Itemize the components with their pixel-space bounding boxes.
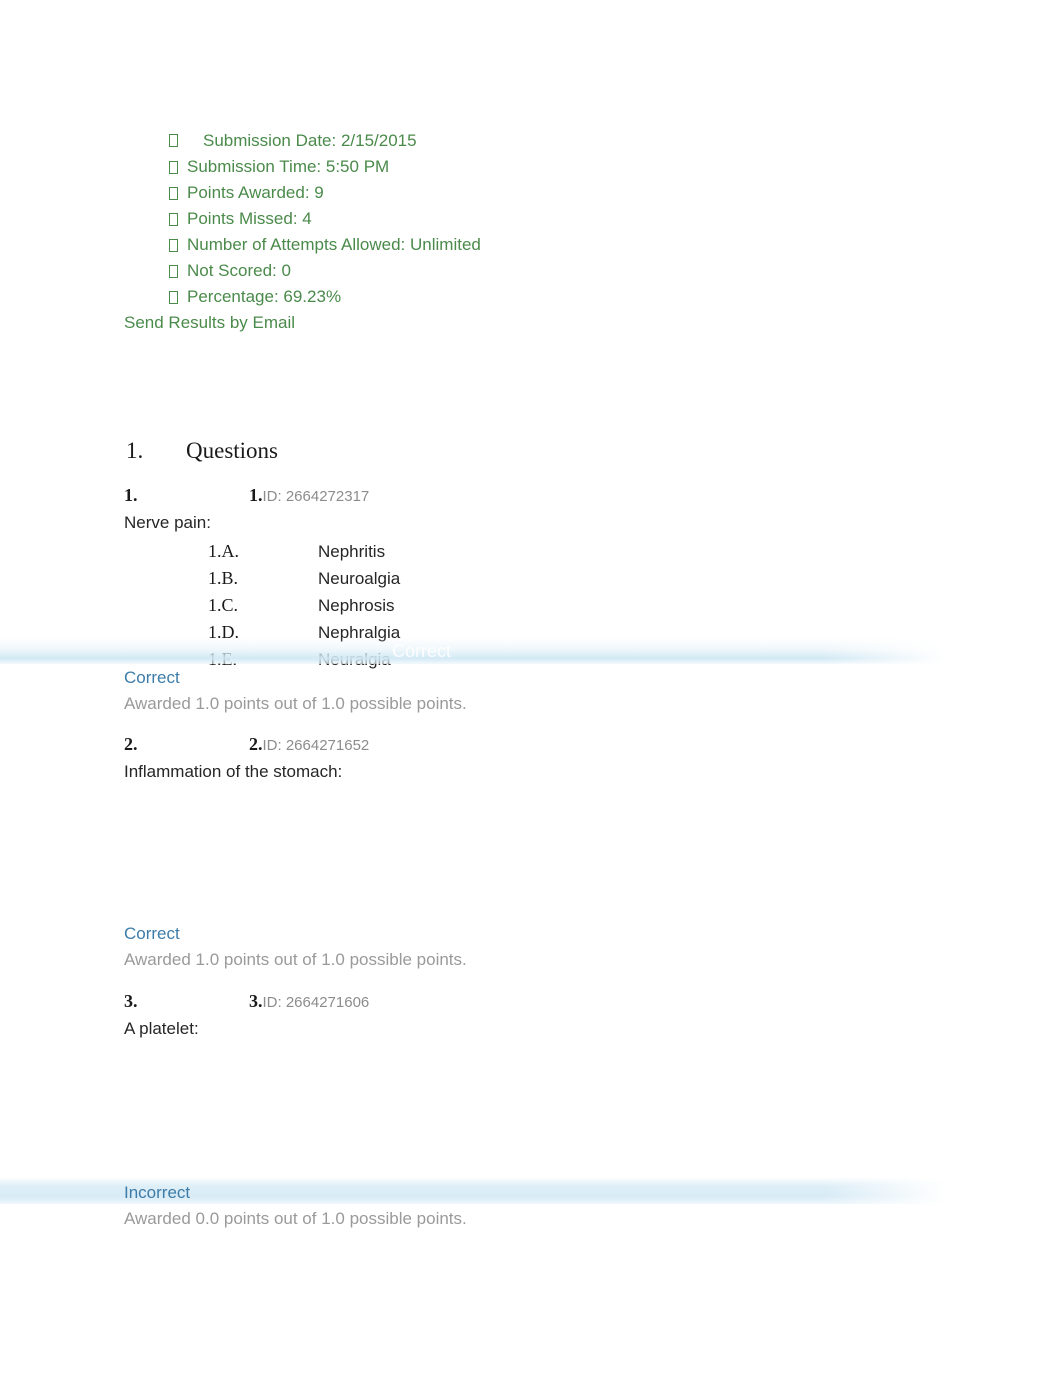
- answer-option[interactable]: 1.D. Nephralgia: [208, 619, 954, 646]
- question-block-1: 1. 1.ID: 2664272317 Nerve pain: 1.A. Nephr…: [124, 483, 954, 673]
- question-number-line: 2. 2.ID: 2664271652: [124, 732, 954, 758]
- missing-glyph-box-icon: [169, 187, 178, 200]
- answer-option-text: Nephritis: [318, 542, 386, 561]
- question-outer-number: 3.: [124, 991, 138, 1011]
- points-awarded-text: Awarded 0.0 points out of 1.0 possible p…: [124, 1209, 467, 1228]
- question-stem: A platelet:: [124, 1019, 199, 1038]
- summary-label: Number of Attempts Allowed: Unlimited: [187, 235, 481, 254]
- submission-summary: Submission Date: 2/15/2015 Submission Ti…: [124, 128, 944, 336]
- points-awarded-text: Awarded 1.0 points out of 1.0 possible p…: [124, 950, 467, 969]
- question-id: ID: 2664272317: [262, 488, 370, 505]
- summary-row-points-awarded: Points Awarded: 9: [124, 180, 944, 206]
- summary-row-percentage: Percentage: 69.23%: [124, 284, 944, 310]
- missing-glyph-box-icon: [169, 134, 178, 147]
- answer-options-list: 1.A. Nephritis 1.B. Neuroalgia 1.C. Nephros…: [124, 538, 954, 673]
- quiz-results-document: Submission Date: 2/15/2015 Submission Ti…: [0, 0, 1062, 1377]
- answer-option-marker: 1.C.: [208, 595, 239, 615]
- answer-option-text: Neuroalgia: [318, 569, 401, 588]
- answer-option[interactable]: 1.A. Nephritis: [208, 538, 954, 565]
- questions-section-title: Questions: [186, 438, 278, 463]
- summary-label: Percentage: 69.23%: [187, 287, 342, 306]
- question-inner-number: 2.: [249, 734, 263, 754]
- status-badge: Correct: [124, 924, 180, 943]
- answer-option-marker: 1.B.: [208, 568, 239, 588]
- question-number-line: 3. 3.ID: 2664271606: [124, 989, 954, 1015]
- answer-options-list: [124, 787, 954, 907]
- question-outer-number: 2.: [124, 734, 138, 754]
- summary-row-not-scored: Not Scored: 0: [124, 258, 944, 284]
- summary-label: Points Awarded: 9: [187, 183, 324, 202]
- missing-glyph-box-icon: [169, 291, 178, 304]
- summary-row-submission-time: Submission Time: 5:50 PM: [124, 154, 944, 180]
- question-block-2: 2. 2.ID: 2664271652 Inflammation of the s…: [124, 732, 954, 907]
- question-number-line: 1. 1.ID: 2664272317: [124, 483, 954, 509]
- answer-option-text: Nephralgia: [318, 623, 401, 642]
- question-id: ID: 2664271606: [262, 994, 370, 1011]
- summary-label: Submission Time: 5:50 PM: [187, 157, 390, 176]
- questions-section-number: 1.: [126, 438, 144, 463]
- summary-label: Points Missed: 4: [187, 209, 312, 228]
- summary-label: Submission Date: 2/15/2015: [203, 131, 417, 150]
- question-result-2: Correct Awarded 1.0 points out of 1.0 po…: [124, 922, 954, 973]
- answer-option[interactable]: 1.B. Neuroalgia: [208, 565, 954, 592]
- summary-row-submission-date: Submission Date: 2/15/2015: [124, 128, 944, 154]
- summary-row-attempts-allowed: Number of Attempts Allowed: Unlimited: [124, 232, 944, 258]
- missing-glyph-box-icon: [169, 239, 178, 252]
- answer-option[interactable]: 1.C. Nephrosis: [208, 592, 954, 619]
- missing-glyph-box-icon: [169, 161, 178, 174]
- answer-options-list: [124, 1044, 954, 1174]
- question-inner-number: 3.: [249, 991, 263, 1011]
- question-block-3: 3. 3.ID: 2664271606 A platelet:: [124, 989, 954, 1174]
- summary-row-points-missed: Points Missed: 4: [124, 206, 944, 232]
- missing-glyph-box-icon: [169, 265, 178, 278]
- question-result-1: Correct Awarded 1.0 points out of 1.0 po…: [124, 666, 954, 717]
- question-stem: Nerve pain:: [124, 513, 211, 532]
- answer-option-marker: 1.D.: [208, 622, 239, 642]
- answer-option-text: Nephrosis: [318, 596, 395, 615]
- question-stem: Inflammation of the stomach:: [124, 762, 343, 781]
- question-result-3: Incorrect Awarded 0.0 points out of 1.0 …: [124, 1181, 954, 1232]
- summary-label: Not Scored: 0: [187, 261, 291, 280]
- question-inner-number: 1.: [249, 485, 263, 505]
- question-outer-number: 1.: [124, 485, 138, 505]
- missing-glyph-box-icon: [169, 213, 178, 226]
- send-results-by-email-link[interactable]: Send Results by Email: [124, 310, 944, 336]
- answer-option-marker: 1.A.: [208, 541, 239, 561]
- status-badge: Incorrect: [124, 1183, 191, 1202]
- questions-section-heading: 1. Questions: [126, 438, 278, 464]
- status-badge: Correct: [124, 668, 180, 687]
- question-id: ID: 2664271652: [262, 737, 370, 754]
- points-awarded-text: Awarded 1.0 points out of 1.0 possible p…: [124, 694, 467, 713]
